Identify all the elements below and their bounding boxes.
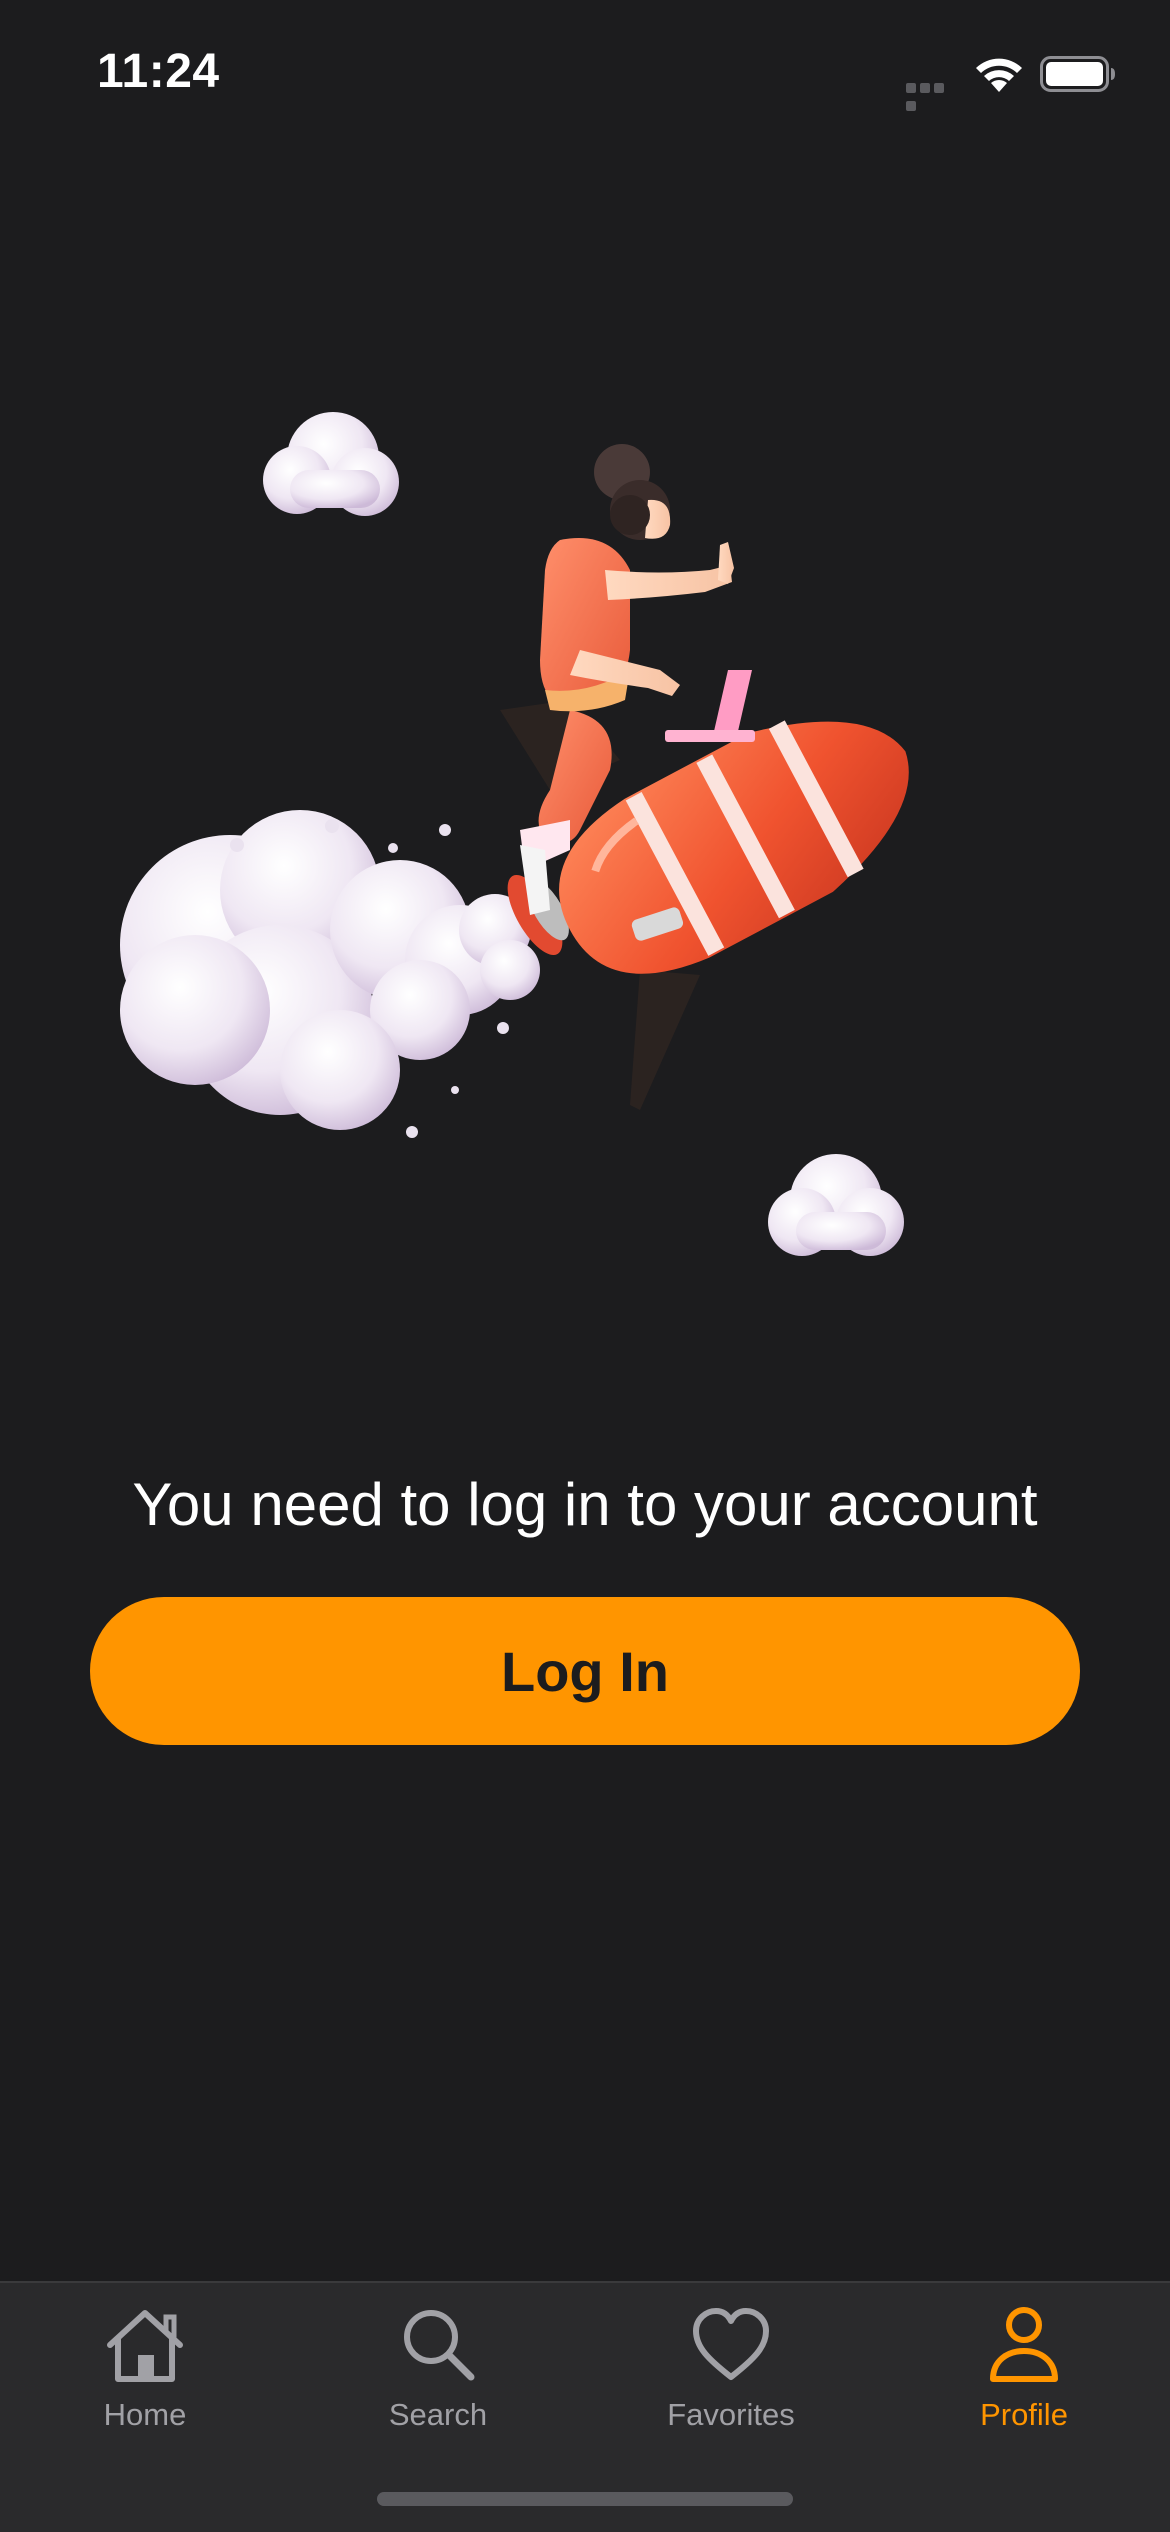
login-required-message: You need to log in to your account (132, 1471, 1038, 1538)
status-bar: 11:24 (0, 0, 1170, 150)
tab-profile[interactable]: Profile (924, 2303, 1124, 2453)
status-time: 11:24 (97, 45, 220, 98)
tab-favorites-label: Favorites (667, 2397, 795, 2432)
battery-icon (1040, 56, 1115, 92)
tab-bar: Home Search Favorites Profile (0, 2281, 1170, 2532)
rocket-rider-illustration (120, 412, 909, 1256)
tab-profile-label: Profile (980, 2397, 1068, 2432)
heart-icon (693, 2308, 769, 2380)
house-icon (107, 2310, 183, 2382)
laptop (665, 670, 755, 742)
person-icon (990, 2307, 1058, 2382)
cellular-signal-icon (906, 80, 960, 111)
tab-home-label: Home (103, 2397, 187, 2432)
magnifier-icon (404, 2310, 475, 2381)
tab-favorites[interactable]: Favorites (631, 2303, 831, 2453)
login-screen: 11:24 You need to log in to your account… (0, 0, 1170, 2532)
wifi-icon (976, 58, 1022, 92)
cloud-top-left (263, 412, 399, 516)
exhaust-cloud (120, 810, 540, 1130)
log-in-button[interactable]: Log In (90, 1597, 1080, 1745)
tab-search-label: Search (388, 2397, 488, 2432)
home-indicator (377, 2492, 793, 2506)
rocket-fin-bottom (630, 970, 700, 1110)
cloud-bottom-right (768, 1154, 904, 1256)
tab-home[interactable]: Home (45, 2303, 245, 2453)
tab-search[interactable]: Search (338, 2303, 538, 2453)
